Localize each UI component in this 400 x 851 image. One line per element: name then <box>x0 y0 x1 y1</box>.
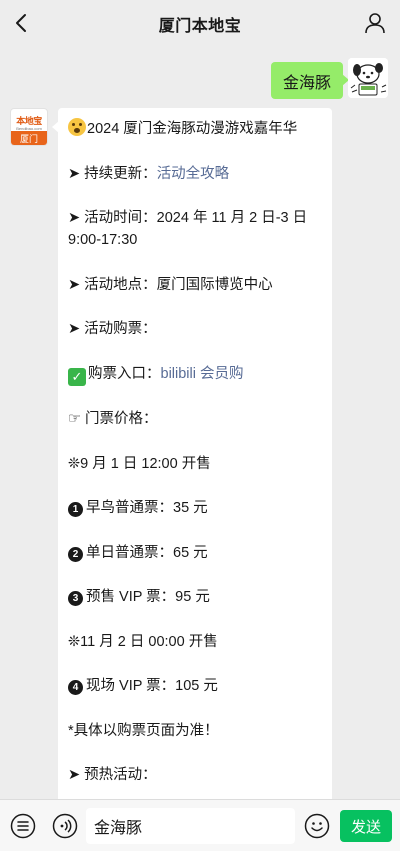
item3-text: 预售 VIP 票：95 元 <box>86 589 210 605</box>
surprised-face-icon <box>68 118 86 136</box>
warmup-line: ➤ 预热活动： <box>68 767 157 783</box>
message-input[interactable] <box>86 808 295 844</box>
chat-header: 厦门本地宝 <box>0 0 400 46</box>
sale2-line: ❊11 月 2 日 00:00 开售 <box>68 633 218 650</box>
emoji-icon <box>304 813 330 839</box>
price-line: ☞ 门票价格： <box>68 411 158 427</box>
message-title-line: 2024 厦门金海豚动漫游戏嘉年华 <box>68 118 320 140</box>
update-line: ➤ 持续更新：活动全攻略 <box>68 163 320 185</box>
number-one-icon: 1 <box>68 502 83 517</box>
update-link[interactable]: 活动全攻略 <box>157 166 230 182</box>
message-title: 2024 厦门金海豚动漫游戏嘉年华 <box>87 121 298 137</box>
number-four-icon: 4 <box>68 680 83 695</box>
number-three-icon: 3 <box>68 591 83 606</box>
buy-line: ✓ 购票入口：bilibili 会员购 <box>68 363 320 386</box>
buy-prefix: 购票入口： <box>88 365 161 382</box>
sale1-line: ❊9 月 1 日 12:00 开售 <box>68 455 211 472</box>
menu-list-icon <box>10 813 36 839</box>
outgoing-message[interactable]: 金海豚 <box>270 62 350 99</box>
check-mark-icon: ✓ <box>68 367 86 386</box>
person-icon <box>365 13 385 34</box>
number-two-icon: 2 <box>68 546 83 562</box>
item1-line: 1 早鸟普通票：35 元 <box>68 497 320 519</box>
item3-line: 3 预售 VIP 票：95 元 <box>68 586 320 608</box>
item4-line: 4 现场 VIP 票：105 元 <box>68 675 320 697</box>
voice-button[interactable] <box>51 812 79 840</box>
item1-text: 早鸟普通票：35 元 <box>86 500 208 516</box>
note-line: *具体以购票页面为准！ <box>68 722 219 739</box>
chat-title: 厦门本地宝 <box>158 18 242 35</box>
item2-text: 单日普通票：65 元 <box>86 544 208 561</box>
item4-text: 现场 VIP 票：105 元 <box>86 678 218 694</box>
account-avatar[interactable]: 本地宝 Bendibao.com 厦门 <box>10 108 48 146</box>
cartoon-dog-avatar-icon <box>348 58 388 98</box>
profile-button[interactable] <box>360 8 390 38</box>
send-button[interactable]: 发送 <box>340 810 392 842</box>
outgoing-message-text: 金海豚 <box>282 74 331 92</box>
time-line: ➤ 活动时间：2024 年 11 月 2 日-3 日 9:00-17:30 <box>68 210 308 248</box>
chat-area[interactable]: 金海豚 本地宝 Bendibao.com 厦门 2024 厦门金海豚动漫游戏嘉年… <box>0 46 400 799</box>
menu-button[interactable] <box>9 812 37 840</box>
ticket-line: ➤ 活动购票： <box>68 321 157 337</box>
my-avatar[interactable] <box>348 58 388 98</box>
place-line: ➤ 活动地点：厦门国际博览中心 <box>68 276 273 293</box>
incoming-message[interactable]: 2024 厦门金海豚动漫游戏嘉年华 ➤ 持续更新：活动全攻略 ➤ 活动时间：20… <box>52 108 332 799</box>
logo-city: 厦门 <box>11 131 47 145</box>
buy-link[interactable]: bilibili 会员购 <box>161 366 244 382</box>
voice-icon <box>52 813 78 839</box>
update-prefix: ➤ 持续更新： <box>68 165 157 182</box>
emoji-button[interactable] <box>303 812 331 840</box>
item2-line: 2 单日普通票：65 元 <box>68 542 320 564</box>
input-bar: 发送 <box>0 799 400 851</box>
